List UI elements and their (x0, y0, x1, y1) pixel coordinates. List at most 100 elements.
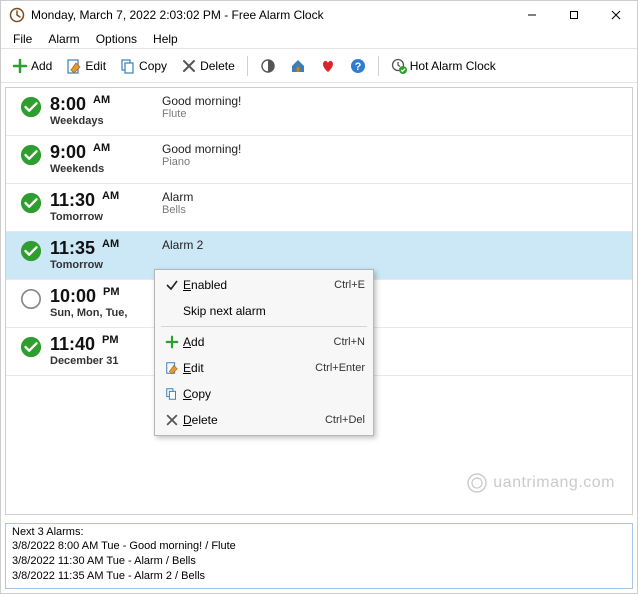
alarm-time: 8:00 AM (50, 94, 158, 115)
context-skip-label: Skip next alarm (183, 304, 365, 318)
copy-icon (120, 58, 136, 74)
alarm-days: December 31 (50, 355, 158, 367)
alarm-time: 10:00 PM (50, 286, 158, 307)
delete-x-icon (181, 58, 197, 74)
status-header: Next 3 Alarms: (12, 526, 626, 538)
alarm-days: Sun, Mon, Tue, (50, 307, 158, 319)
context-delete-label: Delete (183, 413, 325, 427)
menubar: File Alarm Options Help (1, 29, 637, 49)
context-menu: Enabled Ctrl+E Skip next alarm Add Ctrl+… (154, 269, 374, 436)
alarm-status-icon[interactable] (14, 142, 48, 166)
alarm-row[interactable]: 9:00 AMWeekendsGood morning!Piano (6, 136, 632, 184)
contrast-icon (260, 58, 276, 74)
status-panel: Next 3 Alarms: 3/8/2022 8:00 AM Tue - Go… (5, 523, 633, 589)
alarm-label-cell: Alarm 2 (158, 238, 624, 252)
toolbar-edit-label: Edit (85, 59, 106, 73)
alarm-label-cell: Good morning!Piano (158, 142, 624, 168)
alarm-time-cell: 8:00 AMWeekdays (48, 94, 158, 127)
home-icon (290, 58, 306, 74)
context-add-item[interactable]: Add Ctrl+N (157, 329, 371, 355)
toolbar-home-button[interactable] (285, 55, 311, 77)
alarm-status-icon[interactable] (14, 238, 48, 262)
help-icon: ? (350, 58, 366, 74)
alarm-sound: Piano (162, 156, 624, 168)
alarm-row[interactable]: 11:30 AMTomorrowAlarmBells (6, 184, 632, 232)
window-controls (511, 1, 637, 29)
context-separator (161, 326, 367, 327)
alarm-status-icon[interactable] (14, 190, 48, 214)
watermark-text: uantrimang.com (493, 474, 615, 492)
delete-x-icon (161, 413, 183, 427)
context-edit-shortcut: Ctrl+Enter (315, 362, 365, 374)
alarm-time-cell: 10:00 PMSun, Mon, Tue, (48, 286, 158, 319)
toolbar-edit-button[interactable]: Edit (61, 55, 111, 77)
alarm-days: Tomorrow (50, 211, 158, 223)
pencil-icon (66, 58, 82, 74)
alarm-days: Weekends (50, 163, 158, 175)
alarm-status-icon[interactable] (14, 286, 48, 310)
alarm-time-cell: 11:30 AMTomorrow (48, 190, 158, 223)
alarm-status-icon[interactable] (14, 94, 48, 118)
checkmark-icon (161, 278, 183, 292)
alarm-time: 11:35 AM (50, 238, 158, 259)
alarm-days: Tomorrow (50, 259, 158, 271)
toolbar-hot-button[interactable]: Hot Alarm Clock (386, 55, 501, 77)
context-add-shortcut: Ctrl+N (334, 336, 365, 348)
menu-options[interactable]: Options (88, 30, 145, 48)
alarm-time: 11:30 AM (50, 190, 158, 211)
context-copy-item[interactable]: Copy (157, 381, 371, 407)
alarm-time-cell: 9:00 AMWeekends (48, 142, 158, 175)
alarm-time-cell: 11:40 PMDecember 31 (48, 334, 158, 367)
toolbar-delete-button[interactable]: Delete (176, 55, 240, 77)
heart-icon (320, 58, 336, 74)
context-edit-item[interactable]: Edit Ctrl+Enter (157, 355, 371, 381)
toolbar-favorite-button[interactable] (315, 55, 341, 77)
status-line: 3/8/2022 8:00 AM Tue - Good morning! / F… (12, 539, 626, 554)
alarm-status-icon[interactable] (14, 334, 48, 358)
alarm-sound: Bells (162, 204, 624, 216)
close-button[interactable] (595, 1, 637, 29)
toolbar-add-button[interactable]: Add (7, 55, 57, 77)
menu-file[interactable]: File (5, 30, 40, 48)
pencil-icon (161, 361, 183, 375)
plus-icon (12, 58, 28, 74)
status-line: 3/8/2022 11:35 AM Tue - Alarm 2 / Bells (12, 569, 626, 584)
toolbar: Add Edit Copy Delete ? Hot Alar (1, 49, 637, 83)
alarm-title: Good morning! (162, 94, 624, 108)
menu-alarm[interactable]: Alarm (40, 30, 87, 48)
toolbar-copy-label: Copy (139, 59, 167, 73)
alarm-time: 11:40 PM (50, 334, 158, 355)
context-skip-item[interactable]: Skip next alarm (157, 298, 371, 324)
context-delete-shortcut: Ctrl+Del (325, 414, 365, 426)
copy-icon (161, 387, 183, 401)
watermark: uantrimang.com (467, 473, 615, 493)
status-line: 3/8/2022 11:30 AM Tue - Alarm / Bells (12, 554, 626, 569)
alarm-title: Alarm 2 (162, 238, 624, 252)
toolbar-hot-label: Hot Alarm Clock (410, 59, 496, 73)
alarm-label-cell: AlarmBells (158, 190, 624, 216)
app-icon (9, 7, 25, 23)
menu-help[interactable]: Help (145, 30, 186, 48)
alarm-sound: Flute (162, 108, 624, 120)
alarm-days: Weekdays (50, 115, 158, 127)
alarm-label-cell: Good morning!Flute (158, 94, 624, 120)
toolbar-help-button[interactable]: ? (345, 55, 371, 77)
toolbar-copy-button[interactable]: Copy (115, 55, 172, 77)
maximize-button[interactable] (553, 1, 595, 29)
context-enabled-item[interactable]: Enabled Ctrl+E (157, 272, 371, 298)
alarm-time-cell: 11:35 AMTomorrow (48, 238, 158, 271)
alarm-time: 9:00 AM (50, 142, 158, 163)
alarm-row[interactable]: 8:00 AMWeekdaysGood morning!Flute (6, 88, 632, 136)
toolbar-contrast-button[interactable] (255, 55, 281, 77)
context-copy-label: Copy (183, 387, 365, 401)
context-delete-item[interactable]: Delete Ctrl+Del (157, 407, 371, 433)
toolbar-separator (378, 56, 379, 76)
titlebar: Monday, March 7, 2022 2:03:02 PM - Free … (1, 1, 637, 29)
window-title: Monday, March 7, 2022 2:03:02 PM - Free … (31, 8, 511, 22)
toolbar-separator (247, 56, 248, 76)
toolbar-delete-label: Delete (200, 59, 235, 73)
context-add-label: Add (183, 335, 334, 349)
minimize-button[interactable] (511, 1, 553, 29)
clock-check-icon (391, 58, 407, 74)
svg-text:?: ? (354, 61, 361, 73)
